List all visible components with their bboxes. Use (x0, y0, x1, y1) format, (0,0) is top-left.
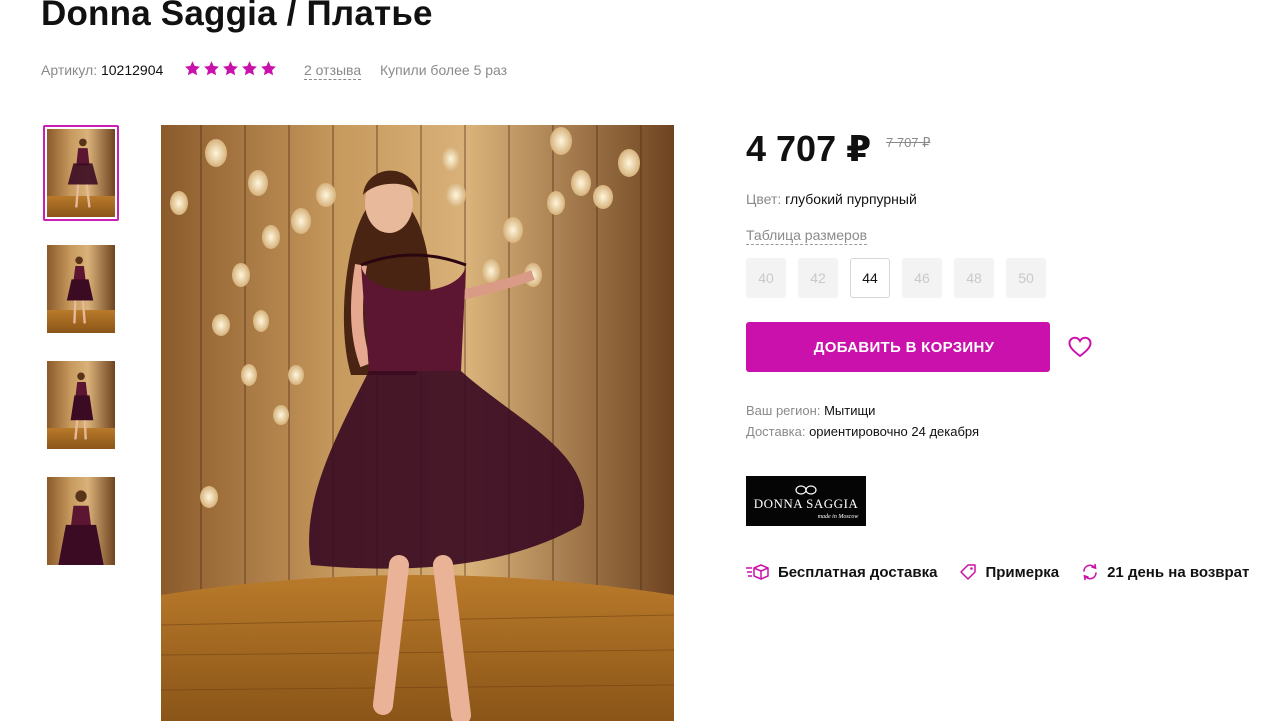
thumbnail-2[interactable] (43, 241, 119, 337)
size-option-40: 40 (746, 258, 786, 298)
size-option-48: 48 (954, 258, 994, 298)
article-value: 10212904 (100, 62, 164, 78)
delivery-label: Доставка: (746, 424, 806, 439)
star-icon (261, 61, 276, 76)
color-info: Цвет: глубокий пурпурный (746, 191, 917, 207)
star-icon (185, 61, 200, 76)
thumbnail-3[interactable] (43, 357, 119, 453)
feature-fitting: Примерка (959, 563, 1059, 581)
size-option-44[interactable]: 44 (850, 258, 890, 298)
brand-logo-tagline: made in Moscow (818, 514, 859, 520)
add-to-cart-label: ДОБАВИТЬ В КОРЗИНУ (813, 338, 995, 356)
article-label: Артикул: (41, 62, 98, 78)
delivery-box-icon (746, 564, 769, 580)
bought-count: Купили более 5 раз (380, 62, 508, 78)
feature-label: Примерка (985, 563, 1060, 581)
region-info: Ваш регион: Мытищи (746, 403, 875, 418)
color-value: глубокий пурпурный (785, 191, 917, 207)
size-option-46: 46 (902, 258, 942, 298)
tag-icon (960, 564, 977, 580)
reviews-link[interactable]: 2 отзыва (304, 62, 362, 80)
star-icon (223, 61, 238, 76)
thumbnail-4[interactable] (43, 473, 119, 569)
delivery-value: ориентировочно 24 декабря (809, 424, 980, 439)
old-price: 7 707 ₽ (886, 135, 931, 150)
add-to-cart-button[interactable]: ДОБАВИТЬ В КОРЗИНУ (746, 322, 1050, 372)
main-product-photo[interactable] (161, 125, 674, 721)
feature-free-delivery: Бесплатная доставка (746, 563, 937, 581)
thumbnail-image (47, 129, 115, 217)
thumbnail-1[interactable] (43, 125, 119, 221)
product-title: Donna Saggia / Платье (41, 0, 433, 33)
current-price: 4 707 ₽ (746, 128, 872, 169)
rating-stars (184, 60, 277, 77)
feature-label: Бесплатная доставка (778, 563, 938, 581)
thumbnail-image (47, 245, 115, 333)
feature-list: Бесплатная доставка Примерка 21 день на … (746, 563, 1249, 581)
size-table-link[interactable]: Таблица размеров (746, 227, 868, 245)
color-label: Цвет: (746, 191, 782, 207)
feature-label: 21 день на возврат (1107, 563, 1250, 581)
article-number: Артикул: 10212904 (41, 62, 163, 82)
thumbnail-image (47, 361, 115, 449)
size-selector: 40 42 44 46 48 50 (746, 258, 1046, 298)
size-option-42: 42 (798, 258, 838, 298)
star-icon (204, 61, 219, 76)
region-value[interactable]: Мытищи (824, 403, 875, 418)
brand-logo[interactable]: DONNA SAGGIA made in Moscow (746, 476, 866, 526)
size-option-50: 50 (1006, 258, 1046, 298)
brand-logo-name: DONNA SAGGIA (754, 496, 859, 511)
thumbnail-image (47, 477, 115, 565)
heart-icon[interactable] (1068, 336, 1092, 358)
star-icon (242, 61, 257, 76)
delivery-info: Доставка: ориентировочно 24 декабря (746, 424, 979, 439)
return-arrows-icon (1083, 563, 1097, 581)
feature-return: 21 день на возврат (1081, 563, 1249, 581)
region-label: Ваш регион: (746, 403, 821, 418)
